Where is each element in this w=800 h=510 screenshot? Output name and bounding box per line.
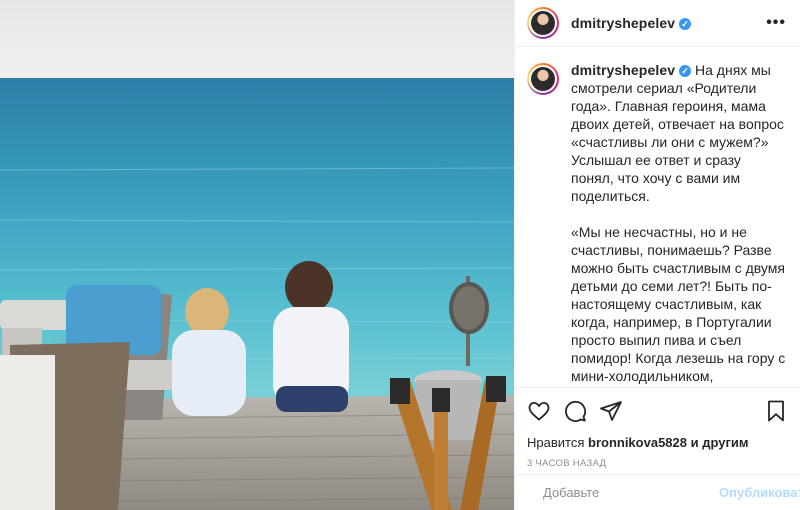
likes-prefix: Нравится <box>527 434 585 450</box>
more-dots-icon[interactable]: ••• <box>766 14 786 32</box>
add-comment-bar: Опубликовать <box>515 473 800 510</box>
comment-input[interactable] <box>543 484 719 500</box>
caption-text: На днях мы смотрели сериал «Родители год… <box>571 62 786 386</box>
author-username[interactable]: dmitryshepelev ✓ <box>571 15 692 31</box>
verified-badge-icon: ✓ <box>679 18 692 31</box>
caption-author-username[interactable]: dmitryshepelev ✓ <box>571 62 692 78</box>
post-side-panel: dmitryshepelev ✓ ••• dmitryshepelev ✓ На д… <box>514 0 800 510</box>
avatar-image <box>531 67 555 92</box>
caption-author-avatar[interactable] <box>527 63 559 96</box>
post-header: dmitryshepelev ✓ ••• <box>515 0 800 48</box>
avatar-ring-inner <box>529 65 557 94</box>
comments-area: dmitryshepelev ✓ На днях мы смотрели сери… <box>515 47 800 387</box>
instagram-post: dmitryshepelev ✓ ••• dmitryshepelev ✓ На д… <box>0 0 800 510</box>
caption-username-text[interactable]: dmitryshepelev <box>571 62 675 78</box>
author-username-text[interactable]: dmitryshepelev <box>571 15 675 31</box>
post-caption: dmitryshepelev ✓ На днях мы смотрели сери… <box>571 61 786 386</box>
paper-plane-icon[interactable] <box>599 399 623 423</box>
post-photo[interactable] <box>0 0 514 510</box>
liked-by-user-link[interactable]: bronnikova5828 <box>588 435 687 450</box>
bookmark-icon[interactable] <box>764 399 788 423</box>
heart-icon[interactable] <box>527 399 551 423</box>
avatar-ring-inner <box>529 9 557 38</box>
author-avatar[interactable] <box>527 7 559 40</box>
verified-badge-icon: ✓ <box>679 65 692 78</box>
sea-deck-photo <box>0 0 514 510</box>
publish-button[interactable]: Опубликовать <box>719 485 800 500</box>
likes-line: Нравится bronnikova5828 и другим <box>515 434 800 452</box>
post-actions <box>515 386 800 434</box>
post-timestamp[interactable]: 3 ЧАСОВ НАЗАД <box>515 452 800 474</box>
avatar-image <box>531 11 555 36</box>
comment-icon[interactable] <box>563 399 587 423</box>
likes-others-link[interactable]: и другим <box>691 435 749 450</box>
